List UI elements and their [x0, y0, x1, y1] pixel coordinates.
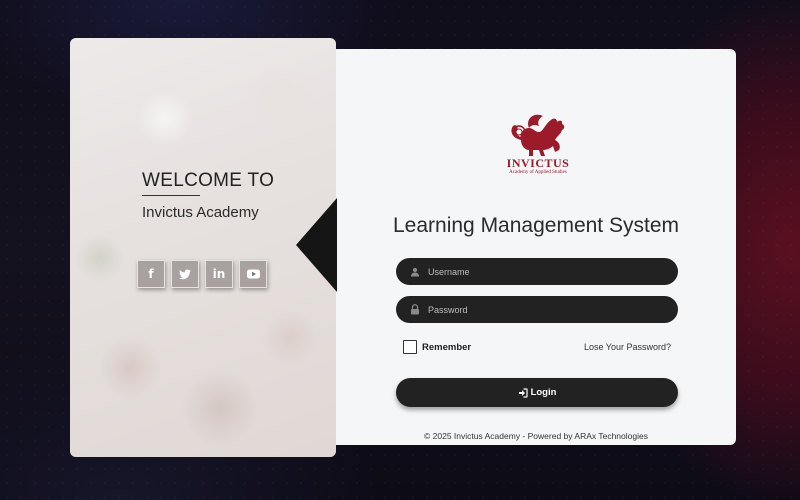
welcome-title: WELCOME TO	[142, 170, 275, 191]
password-field[interactable]	[396, 296, 678, 323]
linkedin-glyph: in	[212, 267, 226, 281]
twitter-glyph	[179, 269, 191, 279]
sign-in-icon	[518, 387, 528, 398]
brand-name: INVICTUS	[506, 156, 570, 170]
youtube-icon[interactable]	[239, 260, 267, 288]
remember-checkbox[interactable]	[403, 340, 417, 354]
username-input[interactable]	[428, 266, 678, 277]
facebook-icon[interactable]: f	[137, 260, 165, 288]
user-icon	[402, 267, 428, 277]
card-arrow	[296, 198, 337, 292]
footer-text: © 2025 Invictus Academy - Powered by ARA…	[424, 431, 648, 441]
facebook-glyph: f	[148, 267, 154, 281]
username-field[interactable]	[396, 258, 678, 285]
lost-password-link[interactable]: Lose Your Password?	[560, 342, 671, 352]
youtube-glyph	[246, 269, 260, 279]
welcome-subtitle: Invictus Academy	[142, 204, 259, 221]
login-label: Login	[530, 387, 557, 398]
password-input[interactable]	[428, 304, 678, 315]
remember-label: Remember	[422, 341, 472, 353]
page-title: Learning Management System	[393, 214, 679, 237]
remember-option[interactable]: Remember	[403, 340, 471, 354]
social-links: f in	[137, 260, 267, 288]
twitter-icon[interactable]	[171, 260, 199, 288]
login-button[interactable]: Login	[396, 378, 678, 407]
lock-icon	[402, 304, 428, 315]
linkedin-icon[interactable]: in	[205, 260, 233, 288]
welcome-underline	[142, 195, 200, 196]
brand-tagline: Academy of Applied Studies	[509, 170, 567, 175]
